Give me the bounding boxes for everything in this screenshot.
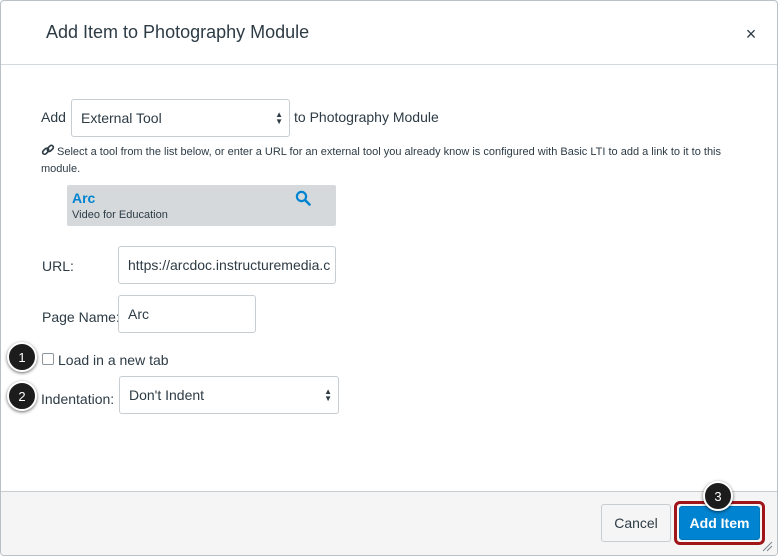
close-icon[interactable]: ×: [742, 25, 760, 43]
item-type-select[interactable]: External Tool ▲ ▼: [71, 99, 290, 137]
indentation-select-value: Don't Indent: [129, 387, 205, 403]
dialog-header: Add Item to Photography Module ×: [1, 1, 777, 65]
help-text-block: Select a tool from the list below, or en…: [41, 143, 761, 177]
cancel-button[interactable]: Cancel: [601, 504, 671, 542]
resize-grip-icon[interactable]: [761, 539, 773, 552]
tool-name: Arc: [72, 190, 96, 206]
link-icon: [41, 143, 57, 162]
help-text: Select a tool from the list below, or en…: [41, 146, 722, 175]
indentation-label: Indentation:: [41, 391, 115, 407]
add-suffix-label: to Photography Module: [294, 109, 439, 125]
page-name-label: Page Name:: [42, 309, 120, 325]
new-tab-checkbox[interactable]: [42, 353, 54, 365]
new-tab-label[interactable]: Load in a new tab: [58, 352, 169, 368]
indentation-select[interactable]: Don't Indent ▲ ▼: [119, 376, 339, 414]
item-type-select-value: External Tool: [81, 110, 162, 126]
search-icon[interactable]: [295, 190, 311, 206]
select-arrows-icon: ▲ ▼: [324, 387, 332, 403]
tool-description: Video for Education: [72, 209, 168, 221]
callout-badge-3: 3: [703, 481, 733, 511]
tool-list-item-arc[interactable]: Arc Video for Education: [67, 185, 336, 226]
page-name-input[interactable]: Arc: [118, 295, 256, 333]
callout-badge-2: 2: [7, 381, 37, 411]
url-label: URL:: [42, 258, 74, 274]
url-input[interactable]: https://arcdoc.instructuremedia.c: [118, 246, 336, 284]
add-item-button[interactable]: Add Item: [679, 506, 760, 540]
dialog-title: Add Item to Photography Module: [46, 22, 310, 42]
select-arrows-icon: ▲ ▼: [275, 110, 283, 126]
add-item-dialog: Add Item to Photography Module × Add Ext…: [0, 0, 778, 556]
add-prefix-label: Add: [41, 109, 66, 125]
callout-badge-1: 1: [7, 342, 37, 372]
